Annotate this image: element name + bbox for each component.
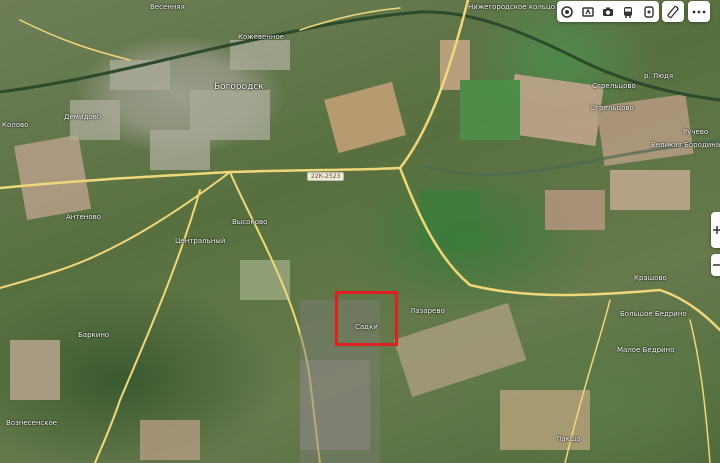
label-krashovo: Крашово (634, 274, 667, 282)
label-lakshi: Лакша (556, 435, 581, 443)
label-voznesenskoye: Вознесенское (6, 419, 58, 427)
satellite-map[interactable]: Весенняя Кожевенное Богородск Демидово К… (0, 0, 720, 463)
label-nizhegorodskoe-koltso: Нижегородское кольцо (468, 3, 556, 11)
label-antenovo: Антеново (66, 213, 102, 221)
ruler-button[interactable] (662, 1, 684, 22)
map-terrain (0, 0, 720, 463)
more-icon (692, 10, 706, 13)
highlight-marker-sadki (335, 291, 398, 346)
label-streltsovo: Стрельцово (590, 104, 634, 112)
minus-icon (713, 264, 720, 266)
label-barkino: Баркино (78, 331, 110, 339)
label-r-lyudya: р. Людя (644, 72, 674, 80)
label-ruchevo: Ручево (683, 128, 709, 136)
label-maloe-bedrino: Малое Бедрино (617, 346, 675, 354)
label-vesenneye: Весенняя (150, 3, 185, 11)
label-velikie-borodino: Великая Бородина (651, 141, 720, 149)
label-bolshoe-bedrino: Большое Бедрино (620, 310, 687, 318)
label-kozhevennoye: Кожевенное (238, 33, 285, 41)
camera-icon (602, 7, 613, 16)
label-demidovo: Демидово (64, 113, 102, 121)
transit-button[interactable] (620, 3, 637, 20)
map-toolbar (557, 1, 659, 22)
label-vysokovo: Высоково (232, 218, 268, 226)
town-area (70, 40, 290, 170)
plus-icon (713, 226, 720, 234)
ruler-icon (667, 5, 679, 18)
label-lazarevo: Лазарево (410, 307, 445, 315)
label-streltsovo-top: Стрельцово (592, 82, 636, 90)
road-number-badge: 22К-2523 (307, 172, 345, 181)
more-button[interactable] (688, 1, 710, 22)
label-tsentralny: Центральный (175, 237, 226, 245)
zoom-out-button[interactable] (711, 254, 720, 276)
photo-button[interactable] (599, 3, 616, 20)
bus-icon (624, 6, 633, 18)
panorama-icon (581, 6, 594, 17)
traffic-button[interactable] (640, 3, 657, 20)
label-bogorodsk: Богородск (214, 82, 264, 92)
traffic-icon (644, 5, 654, 18)
layers-button[interactable] (559, 3, 576, 20)
layers-icon (561, 5, 573, 18)
label-kolovo: Колово (2, 121, 29, 129)
panorama-button[interactable] (579, 3, 596, 20)
zoom-in-button[interactable] (711, 212, 720, 248)
